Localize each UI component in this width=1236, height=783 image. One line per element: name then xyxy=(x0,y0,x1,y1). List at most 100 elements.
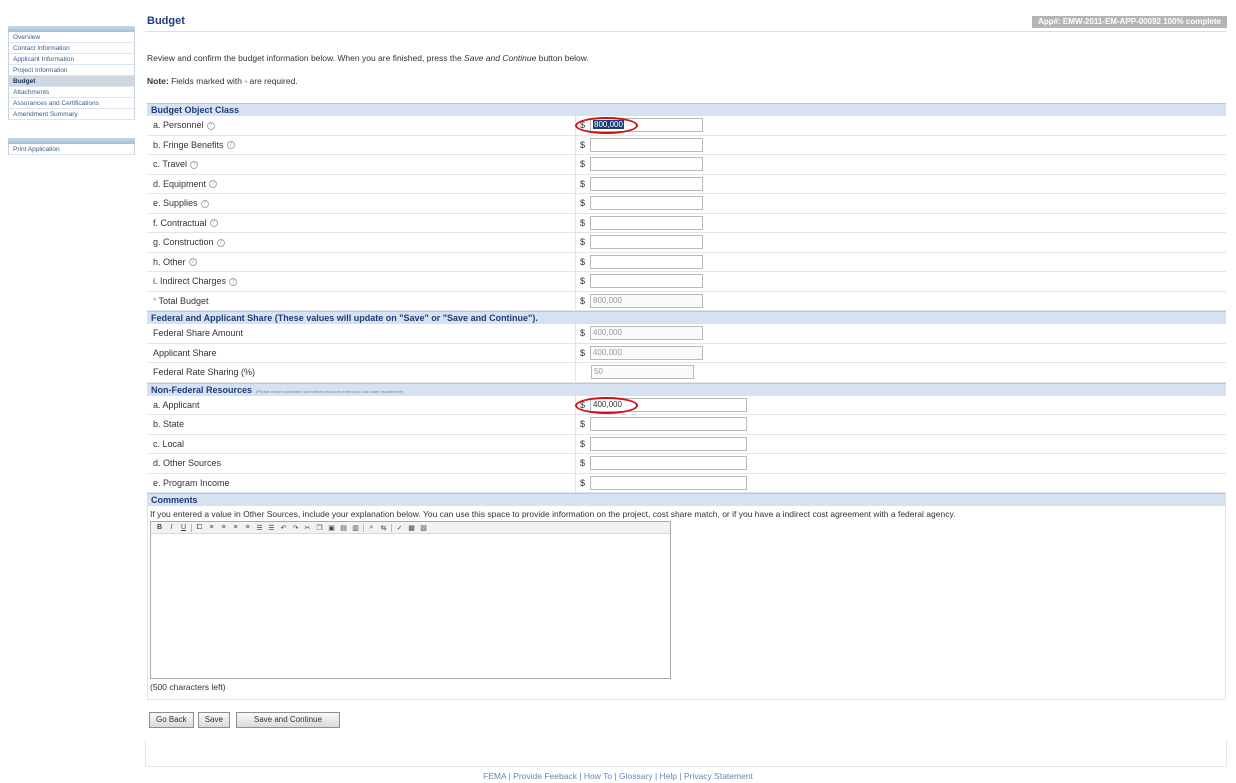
footer-link-glossary[interactable]: Glossary xyxy=(619,771,653,781)
help-icon[interactable]: ? xyxy=(188,258,197,267)
table-row: Applicant Share $400,000 xyxy=(147,343,1226,363)
form-buttons: Go Back Save Save and Continue xyxy=(149,712,340,728)
program-income-input[interactable] xyxy=(590,475,747,490)
sidebar-item-budget[interactable]: Budget xyxy=(9,76,134,87)
field-label: c. Local xyxy=(147,434,576,453)
sidebar-item-assurances-certifications[interactable]: Assurances and Certifications xyxy=(9,98,134,109)
help-icon[interactable]: ? xyxy=(209,219,218,228)
field-label: f. Contractual xyxy=(153,217,207,228)
sidebar-item-amendment-summary[interactable]: Amendment Summary xyxy=(9,109,134,120)
paste-icon[interactable]: ▣ xyxy=(327,524,336,532)
comments-panel: If you entered a value in Other Sources,… xyxy=(147,506,1226,700)
bullet-list-icon[interactable]: ☰ xyxy=(255,524,264,532)
go-back-button[interactable]: Go Back xyxy=(149,712,194,728)
field-label: Federal Rate Sharing (%) xyxy=(147,363,576,382)
numbered-list-icon[interactable]: ☰ xyxy=(267,524,276,532)
applicant-share-field: 400,000 xyxy=(590,345,703,360)
fringe-benefits-input[interactable] xyxy=(590,137,703,152)
paste-text-icon[interactable]: ▤ xyxy=(339,524,348,532)
currency-symbol: $ xyxy=(580,159,586,170)
indirect-charges-input[interactable] xyxy=(590,274,703,289)
help-icon[interactable]: ? xyxy=(200,199,209,208)
help-icon[interactable]: ? xyxy=(206,121,215,130)
paste-word-icon[interactable]: ▥ xyxy=(351,524,360,532)
table-row: e. Supplies? $ xyxy=(147,194,1226,214)
italic-button[interactable]: I xyxy=(167,524,176,531)
federal-share-field: 400,000 xyxy=(590,326,703,341)
field-label: Applicant Share xyxy=(147,343,576,362)
bold-button[interactable]: B xyxy=(155,524,164,531)
image-icon[interactable]: ▧ xyxy=(419,524,428,532)
field-label: b. Fringe Benefits xyxy=(153,139,224,150)
construction-input[interactable] xyxy=(590,235,703,250)
sidebar-item-print-application[interactable]: Print Application xyxy=(9,144,134,155)
currency-symbol: $ xyxy=(580,295,586,306)
strikethrough-icon[interactable]: ⧠ xyxy=(195,524,204,532)
table-row: g. Construction? $ xyxy=(147,233,1226,253)
toolbar-separator xyxy=(191,523,192,532)
sidebar-item-contact-information[interactable]: Contact Information xyxy=(9,43,134,54)
comments-editor[interactable]: B I U ⧠ ≡ ≡ ≡ ≡ ☰ ☰ ↶ ↷ ✂ ❐ ▣ ▤ ▥ ⌕ ⇆ ✓ … xyxy=(150,521,671,679)
spellcheck-icon[interactable]: ✓ xyxy=(395,524,404,532)
equipment-input[interactable] xyxy=(590,176,703,191)
currency-symbol: $ xyxy=(580,198,586,209)
currency-symbol: $ xyxy=(580,328,586,339)
currency-symbol: $ xyxy=(580,276,586,287)
sidebar-item-applicant-information[interactable]: Applicant Information xyxy=(9,54,134,65)
align-right-icon[interactable]: ≡ xyxy=(231,524,240,531)
find-icon[interactable]: ⌕ xyxy=(367,524,376,532)
currency-symbol: $ xyxy=(580,217,586,228)
save-button[interactable]: Save xyxy=(197,712,230,728)
table-row: e. Program Income $ xyxy=(147,473,1226,493)
table-row: i. Indirect Charges? $ xyxy=(147,272,1226,292)
field-label: a. Applicant xyxy=(147,395,576,414)
footer-link-help[interactable]: Help xyxy=(660,771,677,781)
footer-link-fema[interactable]: FEMA xyxy=(483,771,506,781)
currency-symbol: $ xyxy=(580,256,586,267)
applicant-resource-input[interactable]: 400,000 xyxy=(590,397,747,412)
table-row: d. Equipment? $ xyxy=(147,174,1226,194)
contractual-input[interactable] xyxy=(590,215,703,230)
undo-icon[interactable]: ↶ xyxy=(279,524,288,532)
other-sources-input[interactable] xyxy=(590,456,747,471)
cut-icon[interactable]: ✂ xyxy=(303,524,312,532)
sidebar-item-project-information[interactable]: Project Information xyxy=(9,65,134,76)
currency-symbol: $ xyxy=(580,458,586,469)
sidebar-item-attachments[interactable]: Attachments xyxy=(9,87,134,98)
align-center-icon[interactable]: ≡ xyxy=(219,524,228,531)
help-icon[interactable]: ? xyxy=(190,160,199,169)
state-resource-input[interactable] xyxy=(590,417,747,432)
save-and-continue-button[interactable]: Save and Continue xyxy=(235,712,340,728)
footer-link-provide-feedback[interactable]: Provide Feeback xyxy=(513,771,577,781)
travel-input[interactable] xyxy=(590,157,703,172)
toolbar-separator xyxy=(363,523,364,532)
other-input[interactable] xyxy=(590,254,703,269)
comments-instructions: If you entered a value in Other Sources,… xyxy=(150,509,956,519)
toolbar-separator xyxy=(391,523,392,532)
help-icon[interactable]: ? xyxy=(216,238,225,247)
federal-rate-field: 50 xyxy=(591,365,694,380)
personnel-input[interactable]: 800,000 xyxy=(590,118,703,133)
footer-link-privacy-statement[interactable]: Privacy Statement xyxy=(684,771,753,781)
footer-link-how-to[interactable]: How To xyxy=(584,771,612,781)
field-label: e. Program Income xyxy=(147,473,576,492)
currency-symbol: $ xyxy=(580,399,586,410)
main-content: Budget App#: EMW-2011-EM-APP-00092 100% … xyxy=(145,12,1227,728)
align-left-icon[interactable]: ≡ xyxy=(207,524,216,531)
help-icon[interactable]: ? xyxy=(226,141,235,150)
local-resource-input[interactable] xyxy=(590,436,747,451)
section-non-federal-resources: Non-Federal Resources (Please ensure comb… xyxy=(147,382,1226,396)
currency-symbol: $ xyxy=(580,477,586,488)
field-label: d. Equipment xyxy=(153,178,207,189)
table-icon[interactable]: ▦ xyxy=(407,524,416,532)
copy-icon[interactable]: ❐ xyxy=(315,524,324,532)
replace-icon[interactable]: ⇆ xyxy=(379,524,388,532)
align-justify-icon[interactable]: ≡ xyxy=(243,524,252,531)
sidebar-item-overview[interactable]: Overview xyxy=(9,32,134,43)
footer-links: FEMA | Provide Feeback | How To | Glossa… xyxy=(483,771,753,781)
redo-icon[interactable]: ↷ xyxy=(291,524,300,532)
supplies-input[interactable] xyxy=(590,196,703,211)
underline-button[interactable]: U xyxy=(179,524,188,531)
help-icon[interactable]: ? xyxy=(209,180,218,189)
help-icon[interactable]: ? xyxy=(229,277,238,286)
